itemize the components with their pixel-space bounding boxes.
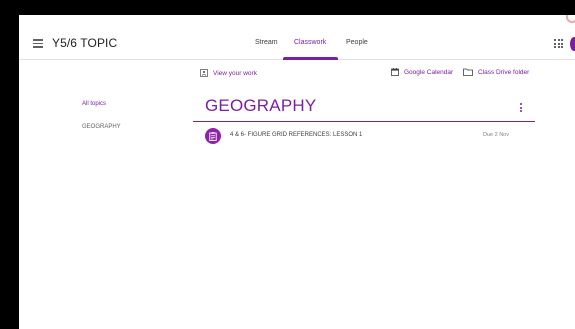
- class-drive-folder-label: Class Drive folder: [478, 68, 530, 76]
- top-app-bar: Y5/6 TOPIC Stream Classwork People: [19, 15, 575, 60]
- folder-icon: [463, 68, 473, 76]
- tab-classwork[interactable]: Classwork: [294, 39, 326, 46]
- google-calendar-label: Google Calendar: [404, 68, 454, 76]
- assignment-person-icon: [200, 69, 208, 77]
- apps-grid-icon[interactable]: [554, 39, 563, 48]
- assignment-title: 4 & 6- FIGURE GRID REFERENCES: LESSON 1: [230, 132, 363, 138]
- avatar[interactable]: [570, 37, 575, 51]
- class-drive-folder-link[interactable]: Class Drive folder: [463, 68, 529, 76]
- google-calendar-link[interactable]: Google Calendar: [391, 68, 453, 76]
- notification-indicator: [566, 15, 575, 23]
- topic-title: GEOGRAPHY: [205, 96, 317, 115]
- assignment-row[interactable]: 4 & 6- FIGURE GRID REFERENCES: LESSON 1 …: [193, 125, 535, 147]
- view-your-work-link[interactable]: View your work: [200, 69, 257, 77]
- hamburger-menu-icon[interactable]: [33, 39, 43, 48]
- more-vert-icon[interactable]: [520, 103, 522, 114]
- sidebar-item-all-topics[interactable]: All topics: [82, 101, 106, 107]
- assignment-due-date: Due 2 Nov: [483, 132, 509, 138]
- topic-divider: [193, 121, 535, 122]
- tab-people[interactable]: People: [346, 39, 368, 46]
- tab-stream[interactable]: Stream: [255, 39, 278, 46]
- class-title[interactable]: Y5/6 TOPIC: [52, 36, 117, 50]
- classroom-window: Y5/6 TOPIC Stream Classwork People View …: [19, 15, 575, 329]
- active-tab-indicator: [283, 57, 338, 60]
- sidebar-item-geography[interactable]: GEOGRAPHY: [82, 124, 121, 130]
- view-your-work-label: View your work: [213, 69, 257, 77]
- calendar-icon: [391, 68, 399, 76]
- assignment-icon: [205, 128, 221, 144]
